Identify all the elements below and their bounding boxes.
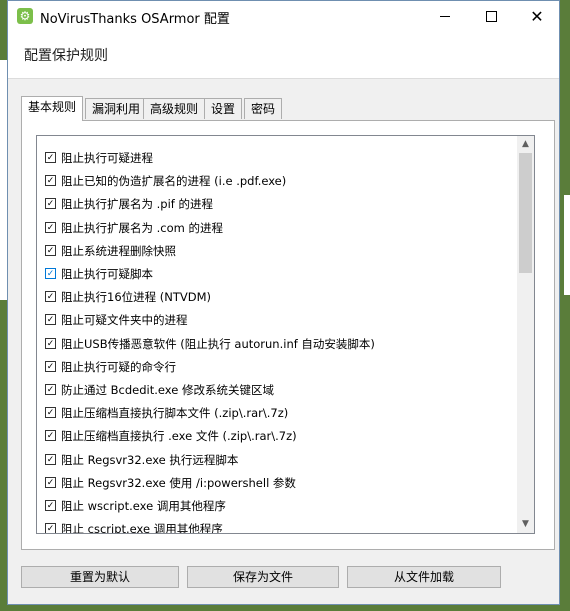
scroll-down-arrow-icon[interactable]: ▼ [517,516,534,533]
rule-item[interactable]: ✓ 阻止 Regsvr32.exe 执行远程脚本 [45,451,239,469]
tab-panel-basic-rules: ▲ ▼ ✓ 阻止执行可疑进程 ✓ 阻止已知的伪造扩展名的进程 (i.e .pdf.ex… [21,120,555,550]
rule-checkbox[interactable]: ✓ [45,384,56,395]
rule-checkbox[interactable]: ✓ [45,314,56,326]
rule-item[interactable]: ✓ 阻止执行扩展名为 .pif 的进程 [45,195,214,213]
rule-label: 阻止执行扩展名为 .com 的进程 [61,220,224,235]
maximize-icon [485,10,497,22]
minimize-icon [440,15,450,17]
rule-item[interactable]: ✓ 阻止已知的伪造扩展名的进程 (i.e .pdf.exe) [45,172,287,190]
rule-checkbox[interactable]: ✓ [45,476,56,488]
rule-checkbox[interactable]: ✓ [45,198,56,210]
rule-label: 阻止压缩档直接执行 .exe 文件 (.zip\.rar\.7z) [61,429,297,444]
rule-item[interactable]: ✓ 阻止 wscript.exe 调用其他程序 [45,497,226,515]
rule-label: 阻止已知的伪造扩展名的进程 (i.e .pdf.exe) [61,174,287,189]
rule-checkbox[interactable]: ✓ [45,407,56,419]
rule-checkbox[interactable]: ✓ [45,337,56,349]
rule-checkbox[interactable]: ✓ [45,244,56,256]
header-area: 配置保护规则 [8,32,559,79]
minimize-button[interactable] [422,1,468,32]
rule-checkbox[interactable]: ✓ [45,291,56,303]
rule-label: 阻止 Regsvr32.exe 使用 /i:powershell 参数 [61,475,296,490]
rule-item[interactable]: ✓ 防止通过 Bcdedit.exe 修改系统关键区域 [45,381,274,399]
rule-item[interactable]: ✓ 阻止USB传播恶意软件 (阻止执行 autorun.inf 自动安装脚本) [45,335,375,353]
rule-checkbox[interactable]: ✓ [45,221,56,233]
rule-item[interactable]: ✓ 阻止可疑文件夹中的进程 [45,311,188,329]
app-gear-icon: ⚙ [17,8,33,24]
rule-item[interactable]: ✓ 阻止压缩档直接执行 .exe 文件 (.zip\.rar\.7z) [45,427,297,445]
load-from-file-button[interactable]: 从文件加载 [347,566,501,588]
rule-label: 阻止可疑文件夹中的进程 [61,313,188,328]
rule-item[interactable]: ✓ 阻止执行16位进程 (NTVDM) [45,288,212,306]
rule-label: 阻止 cscript.exe 调用其他程序 [61,522,223,534]
rule-label: 阻止执行可疑进程 [61,151,153,165]
rule-label: 阻止执行可疑脚本 [61,267,153,281]
page-title: 配置保护规则 [24,48,108,64]
rule-checkbox[interactable]: ✓ [45,268,56,279]
rule-item[interactable]: ✓ 阻止执行可疑进程 [45,149,153,167]
rule-checkbox[interactable]: ✓ [45,175,56,187]
rule-checkbox[interactable]: ✓ [45,360,56,372]
tab-password[interactable]: 密码 [244,98,283,119]
rule-item[interactable]: ✓ 阻止执行扩展名为 .com 的进程 [45,219,224,237]
tab-exploits[interactable]: 漏洞利用 [85,98,148,119]
rule-item[interactable]: ✓ 阻止 Regsvr32.exe 使用 /i:powershell 参数 [45,474,296,492]
config-window: ⚙ NoVirusThanks OSArmor 配置 ✕ 配置保护规则 基本规则… [7,0,560,605]
rule-item[interactable]: ✓ 阻止系统进程删除快照 [45,242,176,260]
rule-label: 阻止执行16位进程 (NTVDM) [61,290,212,305]
rule-label: 阻止执行扩展名为 .pif 的进程 [61,197,214,212]
rule-checkbox[interactable]: ✓ [45,500,56,511]
close-icon: ✕ [530,7,544,26]
rule-label: 阻止 Regsvr32.exe 执行远程脚本 [61,452,239,467]
window-title: NoVirusThanks OSArmor 配置 [40,12,230,27]
rule-label: 防止通过 Bcdedit.exe 修改系统关键区域 [61,383,274,397]
rule-label: 阻止执行可疑的命令行 [61,359,176,374]
background-window-edge-right [564,195,570,295]
rule-item[interactable]: ✓ 阻止压缩档直接执行脚本文件 (.zip\.rar\.7z) [45,404,289,422]
rule-item[interactable]: ✓ 阻止执行可疑脚本 [45,265,153,283]
rule-item[interactable]: ✓ 阻止执行可疑的命令行 [45,358,176,376]
close-button[interactable]: ✕ [514,1,560,32]
rule-label: 阻止USB传播恶意软件 (阻止执行 autorun.inf 自动安装脚本) [61,336,375,351]
vertical-scrollbar[interactable]: ▲ ▼ [517,136,534,533]
tab-basic-rules[interactable]: 基本规则 [21,96,84,121]
tab-settings[interactable]: 设置 [204,98,243,119]
rule-label: 阻止 wscript.exe 调用其他程序 [61,499,226,513]
rule-item[interactable]: ✓ 阻止 cscript.exe 调用其他程序 [45,520,223,534]
rule-checkbox[interactable]: ✓ [45,453,56,465]
rule-label: 阻止系统进程删除快照 [61,243,176,258]
save-to-file-button[interactable]: 保存为文件 [187,566,339,588]
rule-checkbox[interactable]: ✓ [45,523,56,533]
rule-label: 阻止压缩档直接执行脚本文件 (.zip\.rar\.7z) [61,406,289,421]
scroll-up-arrow-icon[interactable]: ▲ [517,136,534,153]
title-bar[interactable]: ⚙ NoVirusThanks OSArmor 配置 ✕ [8,1,559,32]
tab-advanced-rules[interactable]: 高级规则 [143,98,206,119]
rule-checkbox[interactable]: ✓ [45,430,56,442]
scrollbar-thumb[interactable] [519,153,532,273]
rules-checklist[interactable]: ▲ ▼ ✓ 阻止执行可疑进程 ✓ 阻止已知的伪造扩展名的进程 (i.e .pdf.ex… [36,135,535,534]
rule-checkbox[interactable]: ✓ [45,152,56,163]
maximize-button[interactable] [468,1,514,32]
reset-default-button[interactable]: 重置为默认 [21,566,179,588]
